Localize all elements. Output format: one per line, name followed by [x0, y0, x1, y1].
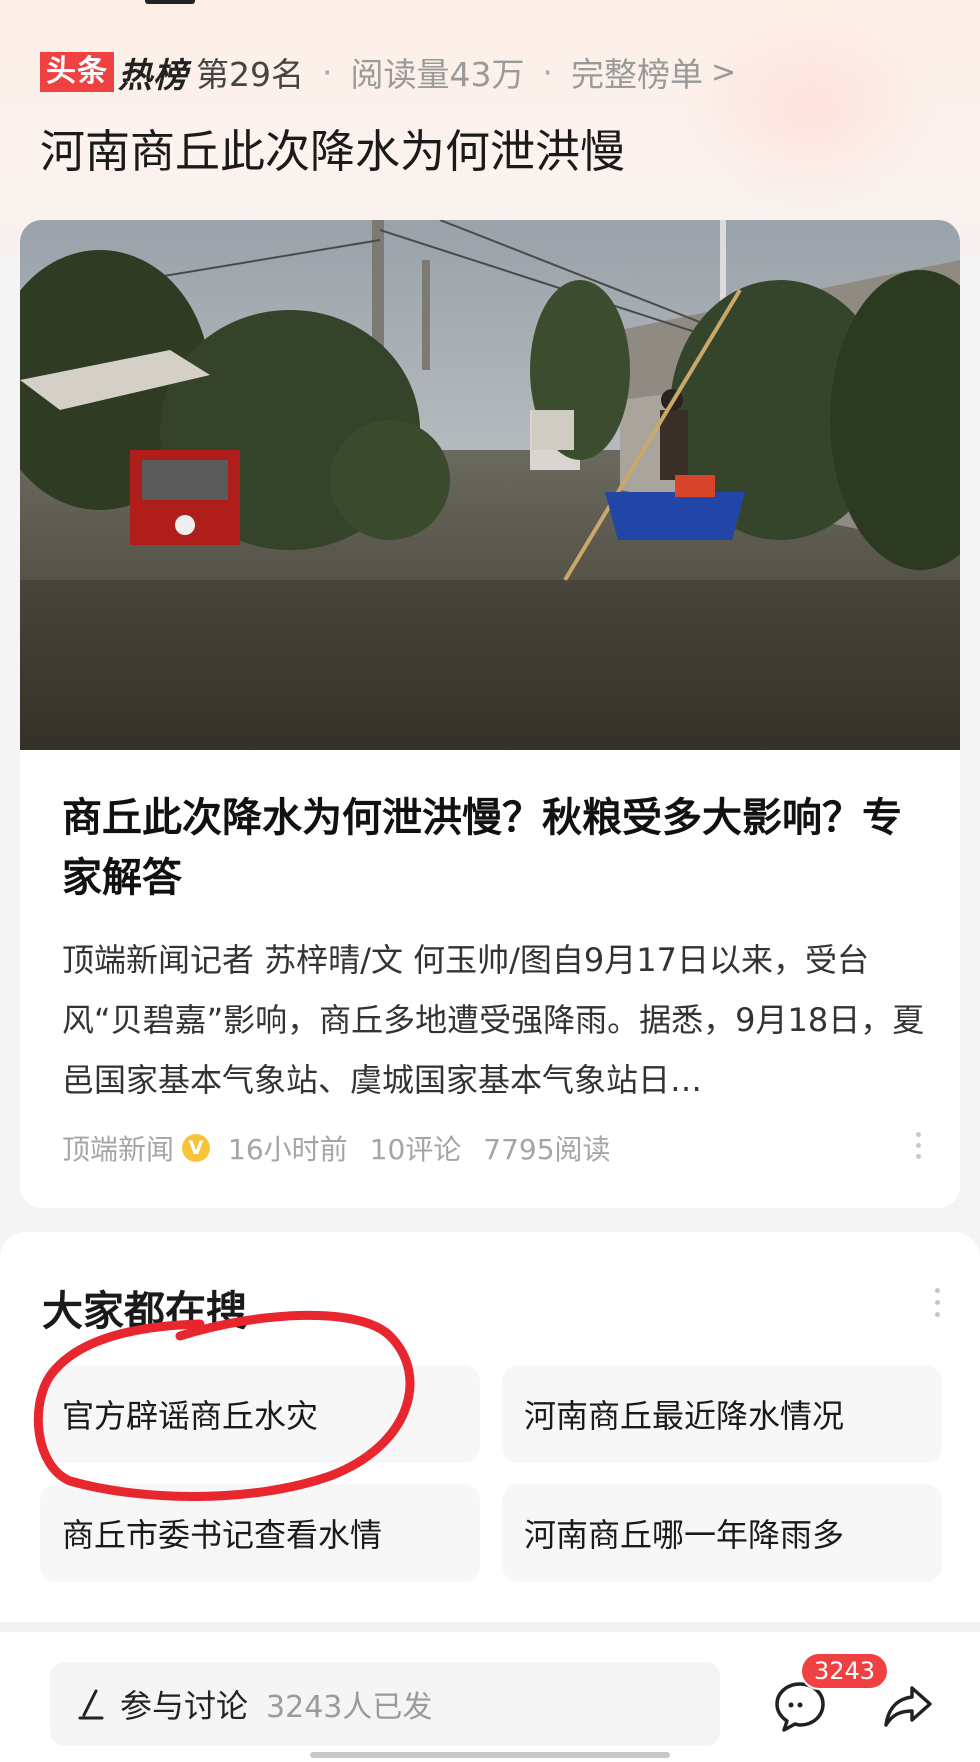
verified-badge-icon: V [182, 1134, 211, 1162]
rank-label: 第29名 [196, 55, 304, 94]
status-bar-fragment [145, 0, 195, 4]
related-search-card: 大家都在搜 官方辟谣商丘水灾 河南商丘最近降水情况 商丘市委书记查看水情 河南商… [0, 1232, 980, 1622]
discuss-input[interactable]: 参与讨论 3243人已发 [50, 1662, 720, 1746]
flood-photo-icon[interactable] [20, 220, 960, 750]
topic-title: 河南商丘此次降水为何泄洪慢 [40, 125, 626, 178]
home-indicator [310, 1752, 670, 1758]
bottom-bar: 参与讨论 3243人已发 3243 [0, 1632, 980, 1762]
pen-icon [78, 1689, 104, 1720]
article-meta: 顶端新闻 V 16小时前 10评论 7795阅读 [62, 1128, 611, 1168]
search-chip[interactable]: 河南商丘哪一年降雨多 [502, 1484, 942, 1582]
article-time: 16小时前 [228, 1133, 348, 1166]
rebang-logo: 热榜 [118, 55, 188, 96]
chevron-right-icon[interactable]: > [711, 55, 736, 90]
section-divider [0, 1622, 980, 1632]
separator-dot: · [542, 52, 554, 92]
article-card[interactable]: 商丘此次降水为何泄洪慢？秋粮受多大影响？专家解答 顶端新闻记者 苏梓晴/文 何玉… [20, 220, 960, 1208]
more-options-icon[interactable] [916, 1132, 922, 1159]
separator-dot: · [322, 52, 333, 92]
article-reads: 7795阅读 [483, 1133, 611, 1166]
search-chip[interactable]: 河南商丘最近降水情况 [502, 1365, 942, 1463]
search-chip[interactable]: 商丘市委书记查看水情 [40, 1484, 480, 1582]
toutiao-logo: 头条 [40, 52, 114, 92]
article-source[interactable]: 顶端新闻 [62, 1128, 174, 1168]
discuss-label: 参与讨论 [120, 1687, 249, 1725]
share-icon[interactable] [882, 1680, 934, 1732]
more-options-icon[interactable] [935, 1288, 940, 1317]
related-search-heading: 大家都在搜 [42, 1287, 247, 1335]
discuss-count: 3243人已发 [266, 1690, 433, 1725]
comment-count-badge: 3243 [800, 1652, 890, 1690]
read-count: 阅读量43万 [350, 55, 525, 94]
article-summary[interactable]: 顶端新闻记者 苏梓晴/文 何玉帅/图自9月17日以来，受台风“贝碧嘉”影响，商丘… [62, 930, 942, 1110]
hot-list-row[interactable]: 头条 热榜 第29名 · 阅读量43万 · 完整榜单 > [40, 48, 736, 96]
article-title[interactable]: 商丘此次降水为何泄洪慢？秋粮受多大影响？专家解答 [62, 788, 922, 908]
full-list-link[interactable]: 完整榜单 [571, 48, 703, 96]
search-chip[interactable]: 官方辟谣商丘水灾 [40, 1365, 480, 1463]
article-comments: 10评论 [369, 1133, 462, 1166]
